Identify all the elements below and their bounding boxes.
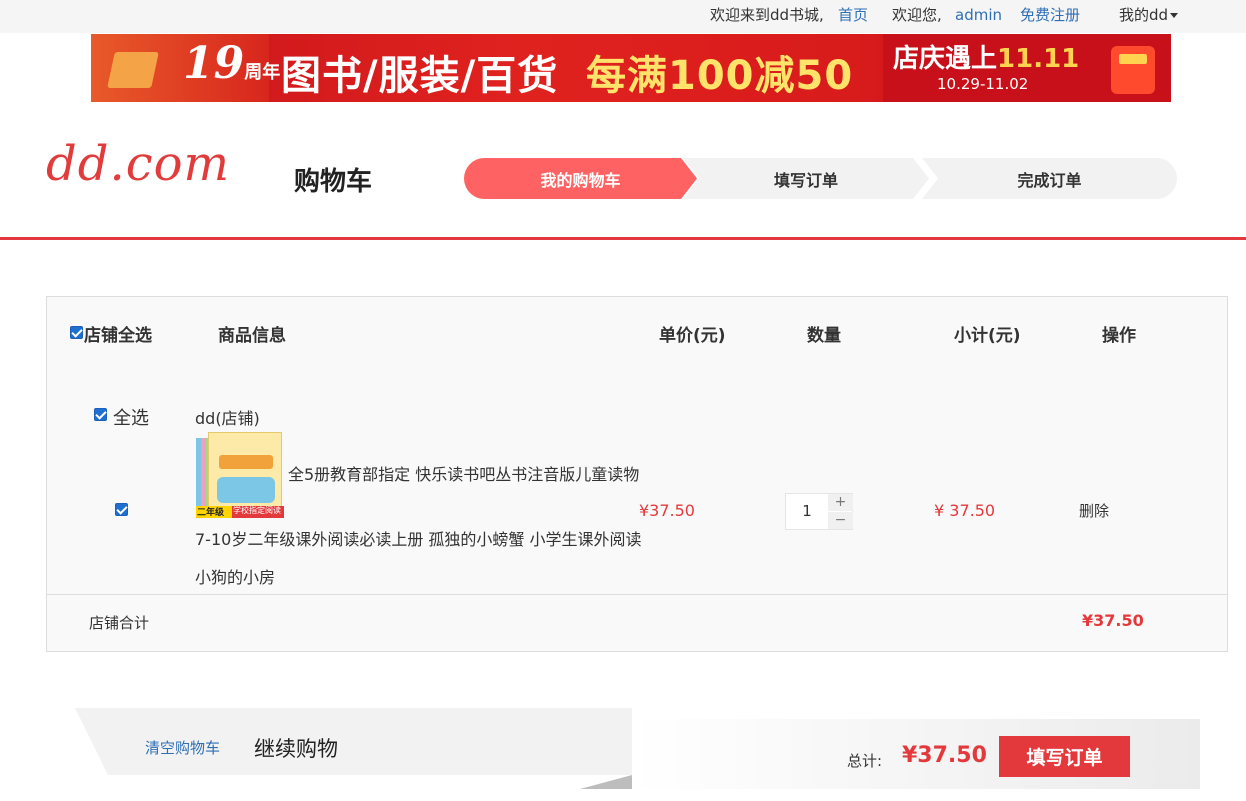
shop-select-checkbox[interactable]: [94, 408, 107, 421]
item-subtotal: ¥ 37.50: [934, 501, 996, 520]
top-bar: 欢迎来到dd书城, 首页 欢迎您, admin 免费注册 我的dd: [0, 0, 1246, 33]
unit-price: ¥37.50: [639, 501, 695, 520]
school-badge: 学校指定阅读: [232, 506, 284, 518]
gift-box-icon: [1111, 46, 1155, 94]
header-divider: [0, 237, 1246, 240]
banner-dates: 10.29-11.02: [937, 75, 1029, 93]
home-link[interactable]: 首页: [838, 6, 868, 24]
header-subtotal: 小计(元): [954, 326, 1021, 346]
item-checkbox[interactable]: [115, 503, 128, 516]
chevron-down-icon: [1170, 13, 1179, 18]
increase-quantity-button[interactable]: +: [828, 494, 853, 511]
quantity-stepper: 1 + −: [785, 493, 853, 530]
banner-categories: 图书/服装/百货: [281, 53, 559, 99]
header-action: 操作: [1102, 326, 1136, 346]
header-select-all: 店铺全选: [84, 326, 152, 346]
header-product-info: 商品信息: [218, 326, 286, 346]
bottom-panel-fold: [580, 775, 632, 789]
product-image[interactable]: 二年级 学校指定阅读: [196, 432, 284, 518]
grade-badge-text: 二年级: [197, 508, 225, 518]
greeting-text: 欢迎您,: [892, 6, 942, 24]
quantity-input[interactable]: 1: [786, 494, 828, 529]
step-fill-order: 填写订单: [683, 158, 929, 199]
promo-highlight: 11.11: [997, 44, 1080, 74]
shop-total-value: ¥37.50: [1082, 611, 1144, 630]
decrease-quantity-button[interactable]: −: [828, 512, 853, 529]
grand-total-value: ¥37.50: [902, 743, 987, 768]
product-title-line-3[interactable]: 小狗的小房: [195, 564, 275, 588]
product-title-line-2[interactable]: 7-10岁二年级课外阅读必读上册 孤独的小螃蟹 小学生课外阅读: [195, 526, 642, 550]
shop-name[interactable]: dd(店铺): [195, 405, 260, 429]
book-cover: [208, 432, 282, 508]
site-logo[interactable]: dd.com: [46, 136, 230, 192]
row-divider: [47, 594, 1227, 595]
welcome-text: 欢迎来到dd书城,: [710, 6, 824, 24]
register-link[interactable]: 免费注册: [1020, 6, 1080, 24]
submit-order-button[interactable]: 填写订单: [999, 736, 1130, 777]
grade-badge: 二年级: [196, 506, 232, 518]
checkout-steps: 我的购物车 填写订单 完成订单: [464, 158, 1177, 199]
promo-banner[interactable]: 19周年 图书/服装/百货 每满100减50 店庆遇上11.11 10.29-1…: [91, 34, 1171, 102]
header-unit-price: 单价(元): [659, 326, 726, 346]
books-icon: [107, 52, 159, 88]
cart-table: 店铺全选 商品信息 单价(元) 数量 小计(元) 操作 全选 dd(店铺) 二年…: [46, 296, 1228, 652]
step-complete-order: 完成订单: [922, 158, 1177, 199]
anniversary-badge: 19周年: [183, 38, 280, 89]
my-account-menu[interactable]: 我的dd: [1119, 6, 1179, 24]
banner-promo: 店庆遇上11.11: [893, 38, 1079, 75]
banner-offer: 每满100减50: [586, 53, 854, 99]
page-title: 购物车: [294, 167, 373, 197]
shop-total-label: 店铺合计: [89, 614, 150, 632]
header-quantity: 数量: [807, 326, 841, 346]
step-my-cart: 我的购物车: [464, 158, 697, 199]
username-link[interactable]: admin: [955, 6, 1002, 24]
my-account-label: 我的dd: [1119, 6, 1169, 24]
shop-select-label: 全选: [113, 408, 149, 429]
clear-cart-link[interactable]: 清空购物车: [145, 737, 220, 758]
continue-shopping-link[interactable]: 继续购物: [254, 733, 338, 763]
select-all-checkbox[interactable]: [70, 326, 83, 339]
anniversary-number: 19: [183, 38, 245, 89]
promo-prefix: 店庆遇上: [893, 44, 998, 74]
grand-total-label: 总计:: [847, 752, 883, 770]
school-badge-text: 学校指定阅读: [233, 506, 281, 515]
product-title-line-1[interactable]: 全5册教育部指定 快乐读书吧丛书注音版儿童读物: [288, 461, 639, 485]
delete-link[interactable]: 删除: [1079, 500, 1109, 521]
anniversary-suffix: 周年: [244, 62, 281, 83]
